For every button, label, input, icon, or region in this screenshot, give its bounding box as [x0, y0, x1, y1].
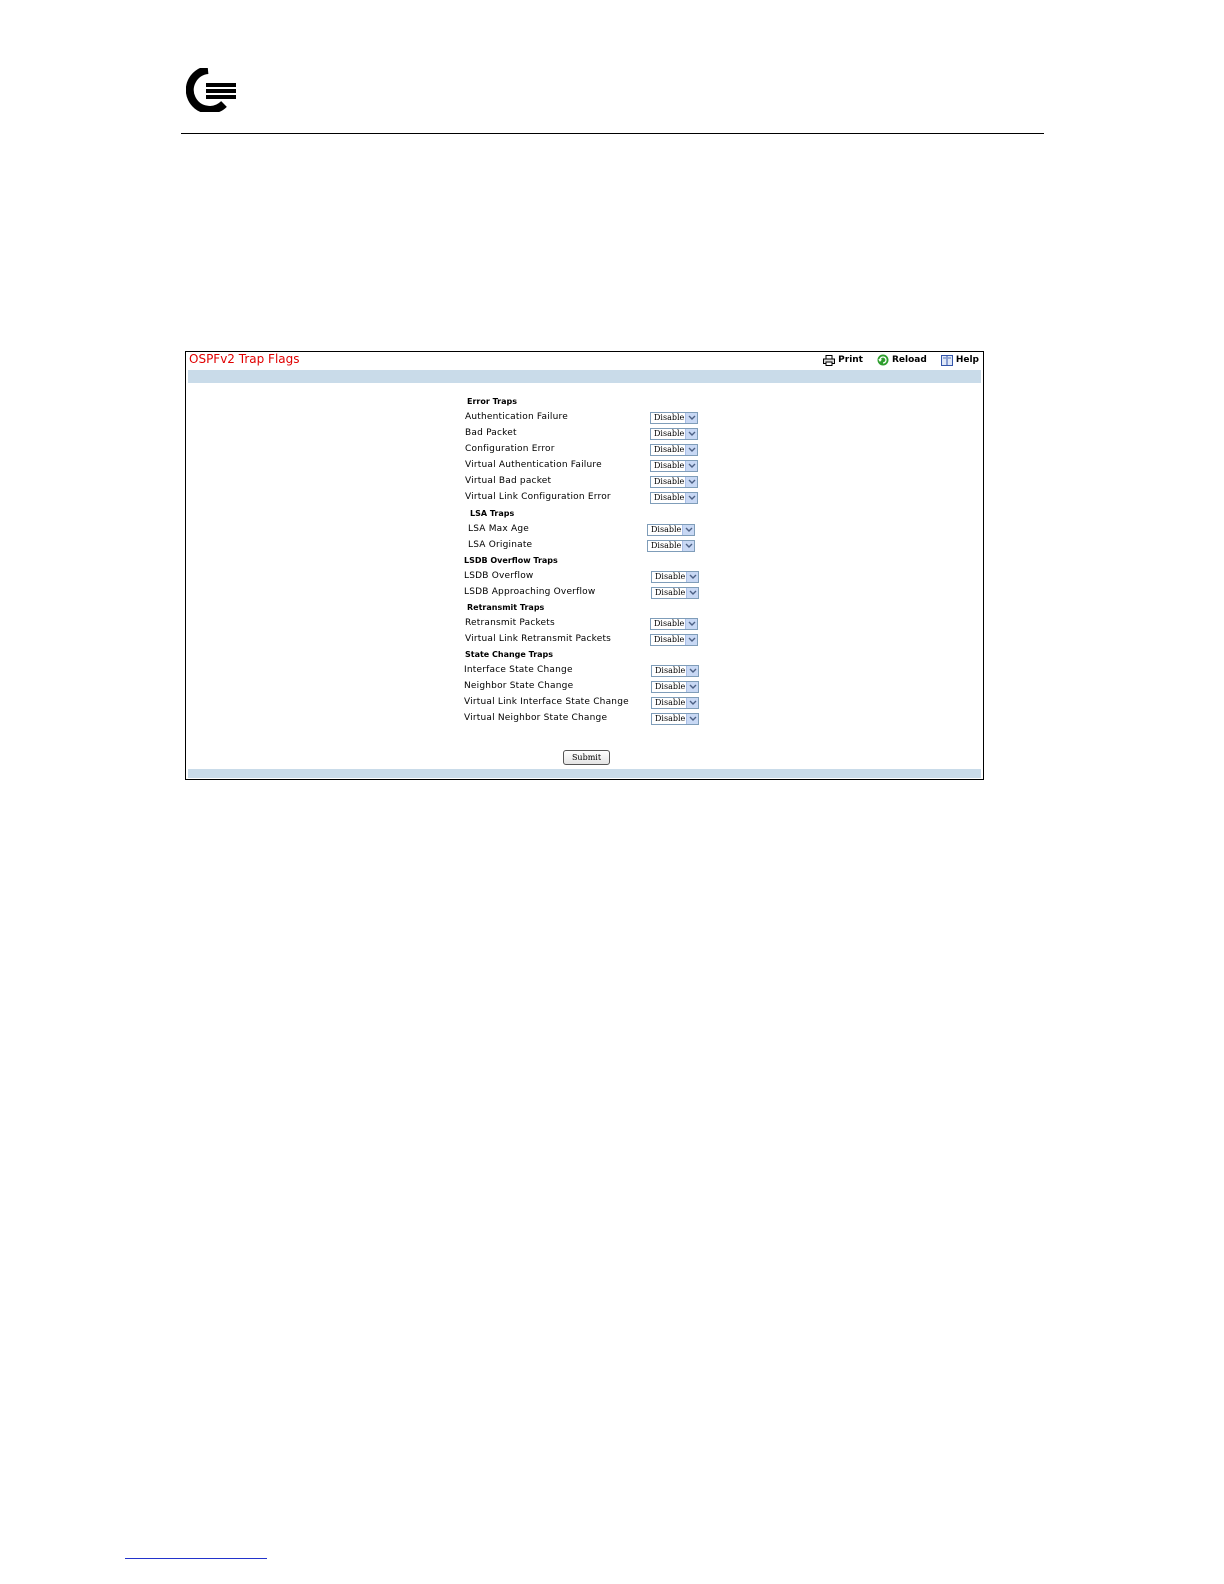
virtual-link-configuration-error-select[interactable]: Disable — [650, 492, 698, 504]
section-state-change-traps: State Change Traps — [465, 650, 554, 659]
chevron-down-icon — [688, 495, 696, 500]
print-label: Print — [838, 355, 863, 365]
select-value: Disable — [654, 477, 685, 486]
submit-button[interactable]: Submit — [563, 750, 610, 765]
field-label: Configuration Error — [465, 444, 555, 454]
select-value: Disable — [654, 619, 685, 628]
select-value: Disable — [655, 666, 686, 675]
lsdb-overflow-select[interactable]: Disable — [651, 571, 699, 583]
field-label: Virtual Authentication Failure — [465, 460, 602, 470]
chevron-down-icon — [689, 700, 697, 705]
toolbar: Print Reload Help — [823, 353, 979, 367]
field-label: Virtual Neighbor State Change — [464, 713, 608, 723]
footer-rule — [125, 1558, 267, 1559]
chevron-down-icon — [688, 415, 696, 420]
lsdb-approaching-overflow-select[interactable]: Disable — [651, 587, 699, 599]
reload-button[interactable]: Reload — [877, 354, 927, 366]
print-button[interactable]: Print — [823, 354, 863, 366]
help-button[interactable]: Help — [940, 354, 979, 366]
section-lsa-traps: LSA Traps — [470, 509, 515, 518]
lsa-max-age-select[interactable]: Disable — [647, 524, 695, 536]
field-label: Bad Packet — [465, 428, 517, 438]
chevron-down-icon — [688, 447, 696, 452]
footer-band — [188, 769, 981, 778]
field-label: Retransmit Packets — [465, 618, 555, 628]
field-label: LSA Originate — [468, 540, 533, 550]
chevron-down-icon — [685, 543, 693, 548]
select-value: Disable — [655, 698, 686, 707]
bad-packet-select[interactable]: Disable — [650, 428, 698, 440]
field-label: Interface State Change — [464, 665, 573, 675]
chevron-down-icon — [689, 590, 697, 595]
select-value: Disable — [655, 682, 686, 691]
chevron-down-icon — [689, 668, 697, 673]
field-label: Virtual Link Interface State Change — [464, 697, 629, 707]
virtual-bad-packet-select[interactable]: Disable — [650, 476, 698, 488]
chevron-down-icon — [689, 684, 697, 689]
chevron-down-icon — [688, 463, 696, 468]
header-rule — [181, 133, 1044, 134]
help-book-icon — [940, 354, 953, 366]
select-value: Disable — [654, 429, 685, 438]
printer-icon — [823, 354, 836, 366]
header-band — [188, 370, 981, 383]
chevron-down-icon — [688, 637, 696, 642]
chevron-down-icon — [688, 621, 696, 626]
select-value: Disable — [651, 525, 682, 534]
reload-icon — [877, 354, 889, 366]
virtual-authentication-failure-select[interactable]: Disable — [650, 460, 698, 472]
select-value: Disable — [655, 572, 686, 581]
panel-title: OSPFv2 Trap Flags — [189, 352, 300, 366]
section-lsdb-overflow-traps: LSDB Overflow Traps — [464, 556, 558, 565]
ospf-trap-flags-panel: OSPFv2 Trap Flags Print Reload Help Erro… — [185, 351, 984, 780]
lsa-originate-select[interactable]: Disable — [647, 540, 695, 552]
chevron-down-icon — [685, 527, 693, 532]
select-value: Disable — [651, 541, 682, 550]
field-label: Virtual Link Configuration Error — [465, 492, 611, 502]
chevron-down-icon — [689, 716, 697, 721]
authentication-failure-select[interactable]: Disable — [650, 412, 698, 424]
reload-label: Reload — [892, 355, 927, 365]
neighbor-state-change-select[interactable]: Disable — [651, 681, 699, 693]
select-value: Disable — [655, 714, 686, 723]
select-value: Disable — [654, 493, 685, 502]
help-label: Help — [955, 355, 979, 365]
virtual-link-interface-state-change-select[interactable]: Disable — [651, 697, 699, 709]
chevron-down-icon — [688, 431, 696, 436]
retransmit-packets-select[interactable]: Disable — [650, 618, 698, 630]
select-value: Disable — [654, 445, 685, 454]
field-label: Neighbor State Change — [464, 681, 574, 691]
select-value: Disable — [654, 413, 685, 422]
company-logo — [186, 68, 236, 112]
select-value: Disable — [655, 588, 686, 597]
field-label: LSDB Overflow — [464, 571, 534, 581]
virtual-neighbor-state-change-select[interactable]: Disable — [651, 713, 699, 725]
chevron-down-icon — [688, 479, 696, 484]
select-value: Disable — [654, 635, 685, 644]
section-error-traps: Error Traps — [467, 397, 517, 406]
field-label: Virtual Bad packet — [465, 476, 552, 486]
virtual-link-retransmit-packets-select[interactable]: Disable — [650, 634, 698, 646]
configuration-error-select[interactable]: Disable — [650, 444, 698, 456]
field-label: Virtual Link Retransmit Packets — [465, 634, 612, 644]
select-value: Disable — [654, 461, 685, 470]
chevron-down-icon — [689, 574, 697, 579]
field-label: LSDB Approaching Overflow — [464, 587, 596, 597]
field-label: Authentication Failure — [465, 412, 568, 422]
interface-state-change-select[interactable]: Disable — [651, 665, 699, 677]
section-retransmit-traps: Retransmit Traps — [467, 603, 545, 612]
field-label: LSA Max Age — [468, 524, 529, 534]
